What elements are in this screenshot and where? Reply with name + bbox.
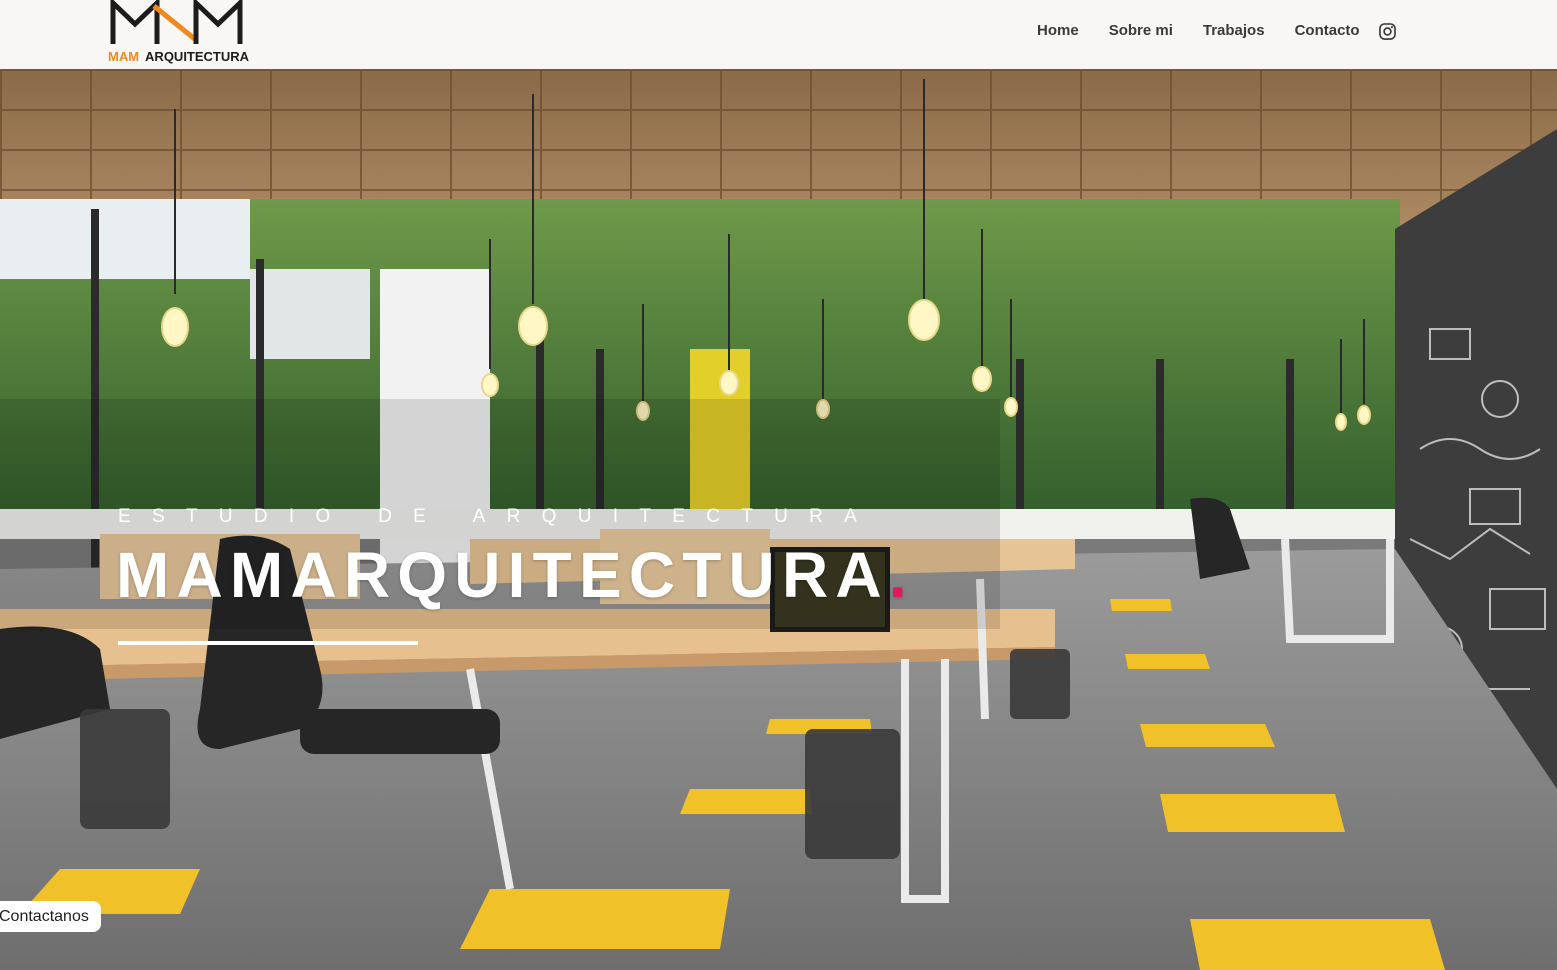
nav-home[interactable]: Home — [1037, 21, 1079, 41]
logo-name-secondary: ARQUITECTURA — [145, 49, 250, 64]
contact-cta-button[interactable]: Contactanos — [0, 901, 101, 932]
hero-section: ESTUDIO DE ARQUITECTURA MAMARQUITECTURA. — [0, 69, 1557, 970]
hero-title-text: MAMARQUITECTURA — [116, 539, 889, 611]
nav-contacto[interactable]: Contacto — [1295, 21, 1360, 41]
main-nav: Home Sobre mi Trabajos Contacto — [1037, 21, 1397, 41]
hero-title: MAMARQUITECTURA. — [116, 538, 914, 612]
logo[interactable]: MAM ARQUITECTURA — [108, 0, 249, 66]
hero-divider — [118, 641, 418, 645]
mam-logo-mark — [110, 0, 243, 44]
nav-sobre-mi[interactable]: Sobre mi — [1109, 21, 1173, 41]
nav-trabajos[interactable]: Trabajos — [1203, 21, 1265, 41]
hero-eyebrow: ESTUDIO DE ARQUITECTURA — [118, 506, 879, 527]
instagram-icon[interactable] — [1378, 22, 1397, 41]
logo-text: MAM ARQUITECTURA — [108, 49, 249, 64]
logo-name-primary: MAM — [108, 49, 140, 64]
hero-title-dot: . — [888, 539, 914, 611]
site-header: MAM ARQUITECTURA Home Sobre mi Trabajos C… — [0, 0, 1557, 69]
